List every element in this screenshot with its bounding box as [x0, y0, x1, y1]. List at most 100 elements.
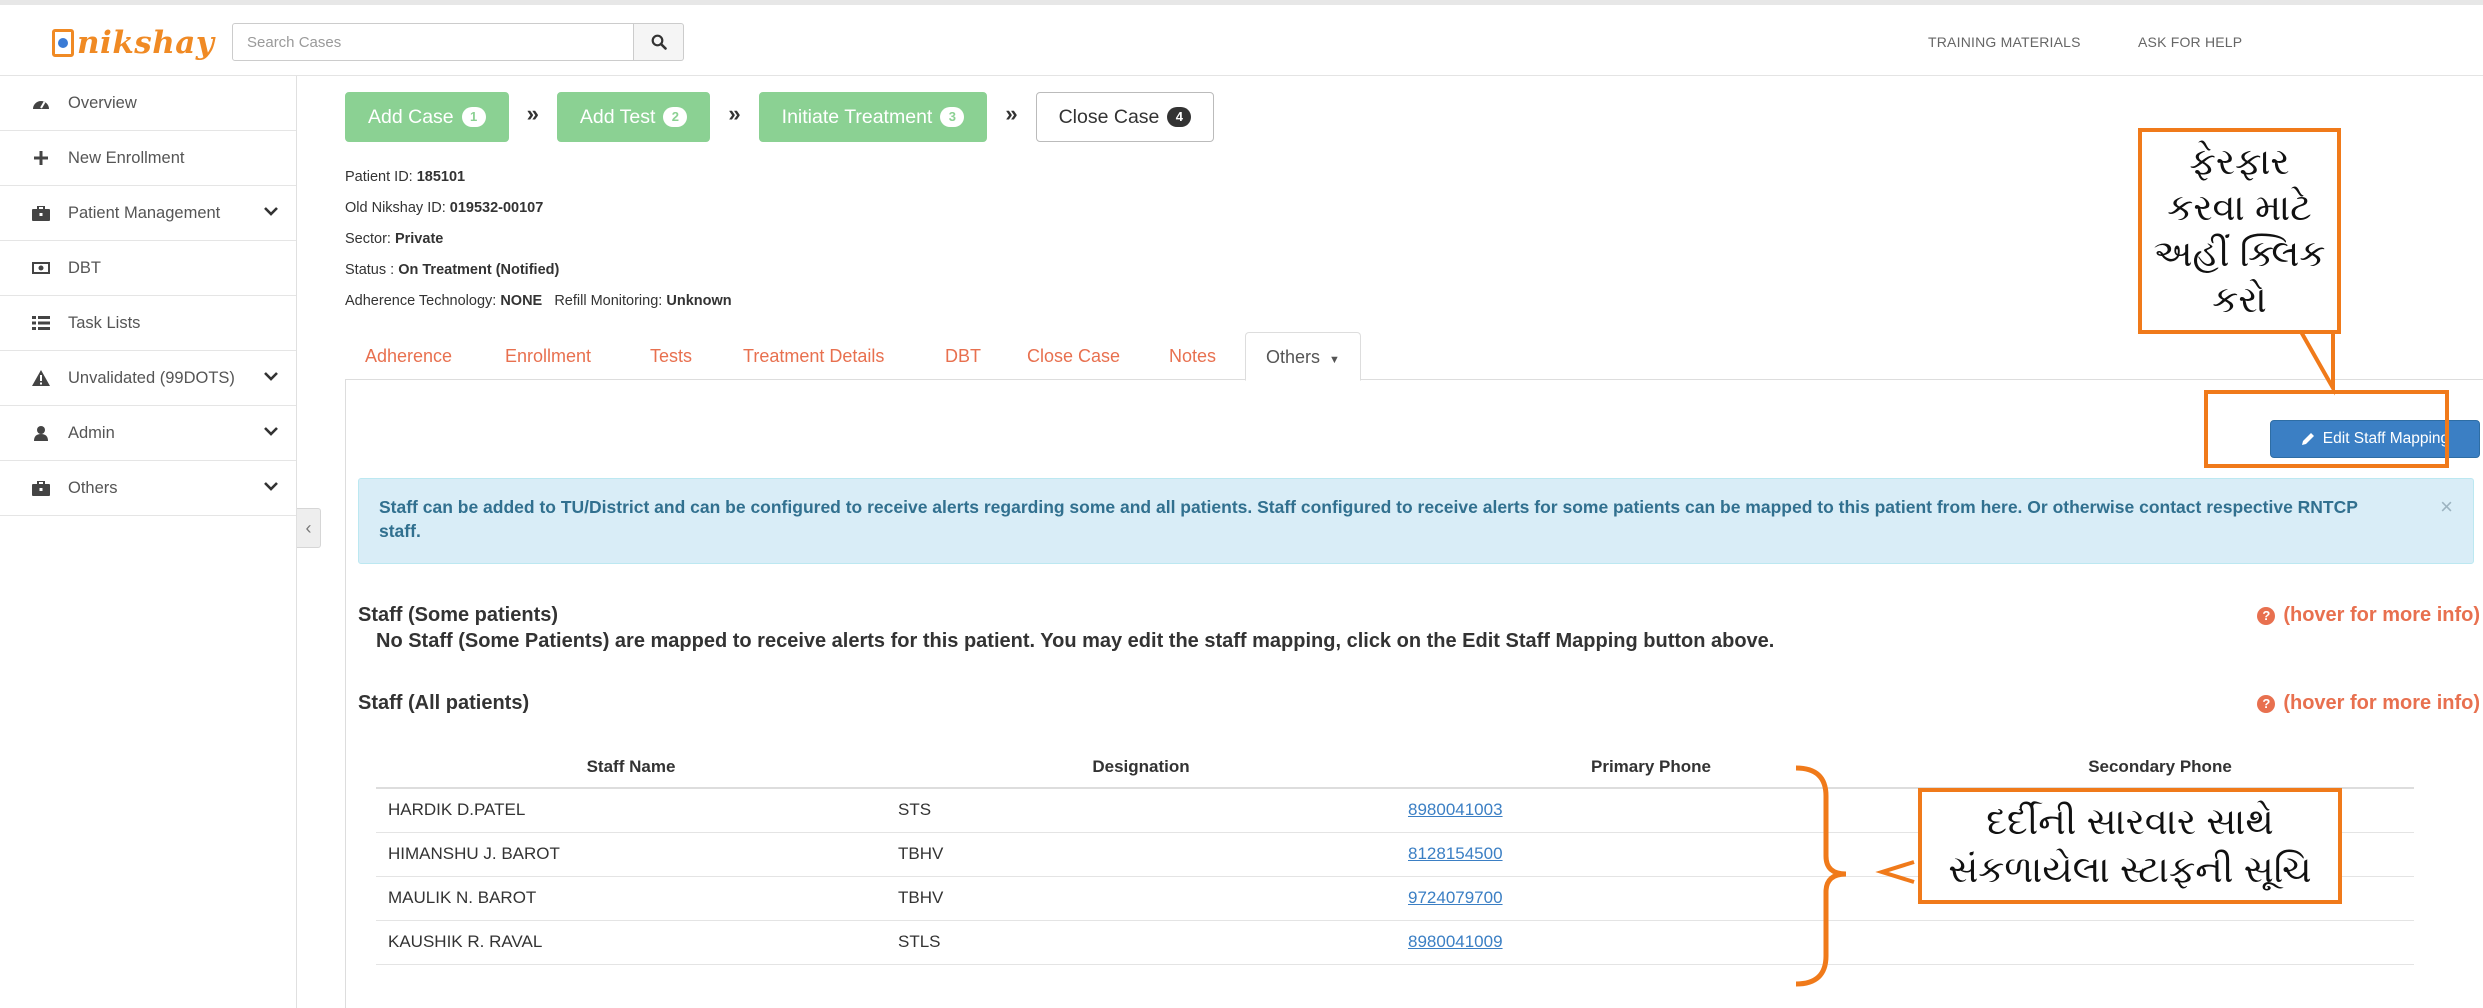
step-label: Initiate Treatment	[781, 105, 933, 128]
staff-all-hover-info[interactable]: ? (hover for more info)	[2257, 692, 2480, 715]
column-header: Secondary Phone	[1906, 746, 2414, 789]
others-tab-panel: Edit Staff Mapping Staff can be added to…	[345, 380, 2483, 1008]
sidebar-item-new-enrollment[interactable]: New Enrollment	[0, 131, 296, 186]
sidebar-item-task-lists[interactable]: Task Lists	[0, 296, 296, 351]
hover-info-text: (hover for more info)	[2283, 692, 2480, 714]
patient-id-value: 185101	[416, 169, 466, 185]
sidebar-item-unvalidated[interactable]: Unvalidated (99DOTS)	[0, 351, 296, 406]
search-button[interactable]	[634, 23, 684, 61]
sidebar-item-others[interactable]: Others	[0, 461, 296, 516]
tab-notes[interactable]: Notes	[1169, 332, 1216, 380]
step-add-case[interactable]: Add Case 1	[345, 92, 509, 142]
sidebar-item-label: Others	[68, 478, 118, 497]
tab-tests[interactable]: Tests	[650, 332, 692, 380]
step-add-test[interactable]: Add Test 2	[556, 92, 711, 142]
plus-icon	[30, 148, 52, 168]
status-row: Status : On Treatment (Notified)	[345, 255, 732, 286]
chevron-down-icon	[264, 207, 278, 216]
primary-phone-cell: 8128154500	[1396, 832, 1906, 877]
question-circle-icon: ?	[2257, 606, 2276, 625]
secondary-phone-cell	[1906, 920, 2414, 965]
double-chevron-right-icon: »	[1005, 101, 1018, 126]
staff-name-cell: HARDIK D.PATEL	[376, 788, 886, 833]
staff-name-cell: KAUSHIK R. RAVAL	[376, 920, 886, 965]
step-label: Add Test	[579, 105, 656, 128]
sidebar-item-dbt[interactable]: DBT	[0, 241, 296, 296]
sidebar-item-label: Unvalidated (99DOTS)	[68, 368, 235, 387]
staff-some-hover-info[interactable]: ? (hover for more info)	[2257, 604, 2480, 627]
edit-button-highlight	[2204, 390, 2449, 468]
staff-all-title: Staff (All patients)	[358, 692, 530, 714]
adherence-value: NONE	[500, 293, 543, 309]
designation-cell: STS	[886, 788, 1396, 833]
search-icon	[651, 34, 667, 50]
training-materials-link[interactable]: TRAINING MATERIALS	[1928, 34, 2081, 50]
logo-text: nikshay	[77, 25, 215, 61]
designation-cell: STLS	[886, 920, 1396, 965]
phone-link[interactable]: 9724079700	[1408, 888, 1503, 907]
primary-phone-cell: 8980041009	[1396, 920, 1906, 965]
callout-text: દર્દીની સારવાર સાથે સંકળાયેલા સ્ટાફની સૂ…	[1948, 798, 2311, 894]
designation-cell: TBHV	[886, 832, 1396, 877]
step-badge: 3	[940, 107, 965, 127]
hover-info-text: (hover for more info)	[2283, 604, 2480, 626]
staff-name-cell: HIMANSHU J. BAROT	[376, 832, 886, 877]
nikshay-logo[interactable]: nikshay	[52, 23, 214, 63]
step-label: Add Case	[368, 105, 454, 128]
callout-text: ફેરફાર કરવા માટે અહીં ક્લિક કરો	[2154, 139, 2326, 323]
sidebar-item-label: Overview	[68, 93, 137, 112]
step-badge: 4	[1167, 107, 1192, 127]
tab-dbt[interactable]: DBT	[945, 332, 981, 380]
chevron-down-icon	[264, 482, 278, 491]
sidebar-item-label: DBT	[68, 258, 101, 277]
tab-treatment-details[interactable]: Treatment Details	[743, 332, 884, 380]
primary-phone-cell: 8980041003	[1396, 788, 1906, 833]
refill-value: Unknown	[666, 293, 732, 309]
old-id-label: Old Nikshay ID:	[345, 200, 446, 216]
table-header-row: Staff Name Designation Primary Phone Sec…	[376, 746, 2414, 789]
step-badge: 1	[461, 107, 486, 127]
sidebar-item-overview[interactable]: Overview	[0, 76, 296, 131]
double-chevron-right-icon: »	[728, 101, 741, 126]
search-cases-input[interactable]	[232, 23, 634, 61]
adherence-row: Adherence Technology: NONE Refill Monito…	[345, 286, 732, 317]
refill-label: Refill Monitoring:	[554, 293, 663, 309]
warning-icon	[30, 368, 52, 388]
tab-enrollment[interactable]: Enrollment	[505, 332, 591, 380]
step-initiate-treatment[interactable]: Initiate Treatment 3	[758, 92, 988, 142]
sidebar: Overview New Enrollment Patient Manageme…	[0, 76, 297, 1008]
step-badge: 2	[663, 107, 688, 127]
tab-label: Others	[1266, 347, 1321, 367]
sector-row: Sector: Private	[345, 224, 732, 255]
chevron-down-icon	[264, 372, 278, 381]
money-icon	[30, 258, 52, 278]
patient-id-row: Patient ID: 185101	[345, 162, 732, 193]
no-staff-message: No Staff (Some Patients) are mapped to r…	[376, 630, 1775, 652]
tab-others[interactable]: Others ▼	[1245, 332, 1361, 381]
adherence-label: Adherence Technology:	[345, 293, 497, 309]
step-close-case[interactable]: Close Case 4	[1035, 92, 1215, 142]
logo-mark-icon	[52, 29, 74, 57]
sidebar-item-label: Admin	[68, 423, 115, 442]
column-header: Staff Name	[376, 746, 886, 789]
tab-close-case[interactable]: Close Case	[1027, 332, 1120, 380]
patient-id-label: Patient ID:	[345, 169, 413, 185]
list-icon	[30, 313, 52, 333]
phone-link[interactable]: 8980041009	[1408, 932, 1503, 951]
close-icon[interactable]: ×	[2440, 495, 2453, 519]
user-icon	[30, 423, 52, 443]
question-circle-icon: ?	[2257, 694, 2276, 713]
phone-link[interactable]: 8128154500	[1408, 844, 1503, 863]
sidebar-item-admin[interactable]: Admin	[0, 406, 296, 461]
table-row: KAUSHIK R. RAVAL STLS 8980041009	[376, 920, 2414, 965]
status-label: Status :	[345, 262, 395, 278]
phone-link[interactable]: 8980041003	[1408, 800, 1503, 819]
ask-for-help-link[interactable]: ASK FOR HELP	[2138, 34, 2242, 50]
tab-adherence[interactable]: Adherence	[365, 332, 452, 380]
briefcase-icon	[30, 478, 52, 498]
sector-label: Sector:	[345, 231, 391, 247]
briefcase-icon	[30, 203, 52, 223]
column-header: Designation	[886, 746, 1396, 789]
sidebar-item-patient-management[interactable]: Patient Management	[0, 186, 296, 241]
primary-phone-cell: 9724079700	[1396, 876, 1906, 921]
